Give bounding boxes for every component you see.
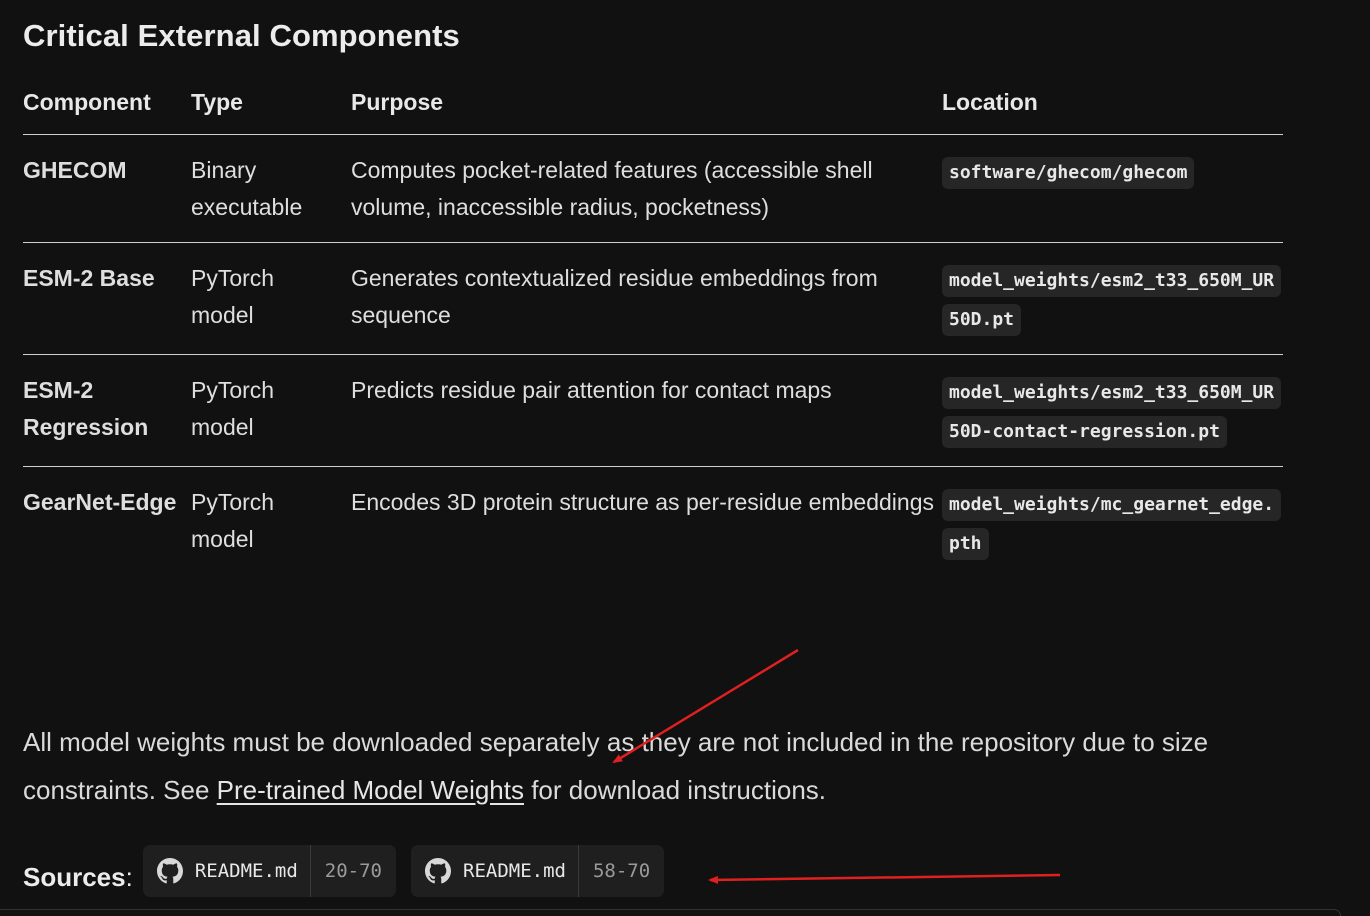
annotation-arrow-to-sources xyxy=(708,873,1061,884)
section-title: Critical External Components xyxy=(23,18,460,53)
sources-label-text: Sources xyxy=(23,861,126,892)
location-code: model_weights/mc_gearnet_edge.pth xyxy=(942,489,1282,560)
sources-label: Sources: xyxy=(23,862,133,893)
source-chip[interactable]: README.md 20-70 xyxy=(142,845,396,897)
cell-component: ESM-2 Regression xyxy=(23,354,191,467)
sources-bar: Sources: README.md 20-70 README.md 58-70 xyxy=(23,845,679,897)
cell-purpose: Encodes 3D protein structure as per-resi… xyxy=(351,489,934,515)
table-row: ESM-2 Regression PyTorch model Predicts … xyxy=(23,354,1283,467)
table-header-row: Component Type Purpose Location xyxy=(23,84,1283,135)
github-icon xyxy=(425,858,451,884)
location-code: model_weights/esm2_t33_650M_UR50D-contac… xyxy=(942,377,1282,448)
cell-location: model_weights/esm2_t33_650M_UR50D-contac… xyxy=(942,354,1283,467)
source-chip[interactable]: README.md 58-70 xyxy=(411,845,665,897)
header-location: Location xyxy=(942,84,1283,135)
source-chip-main[interactable]: README.md xyxy=(411,845,578,897)
cell-type: PyTorch model xyxy=(191,242,351,355)
cell-location: model_weights/mc_gearnet_edge.pth xyxy=(942,467,1283,579)
source-line-range: 20-70 xyxy=(309,845,396,897)
cell-type: PyTorch model xyxy=(191,354,351,467)
header-purpose: Purpose xyxy=(351,84,942,135)
components-table: Component Type Purpose Location GHECOM B… xyxy=(23,84,1283,578)
sources-label-colon: : xyxy=(125,861,133,892)
header-type: Type xyxy=(191,84,351,135)
source-chip-main[interactable]: README.md xyxy=(143,845,310,897)
source-line-range: 58-70 xyxy=(577,845,664,897)
cell-purpose: Generates contextualized residue embeddi… xyxy=(351,242,942,355)
table-row: GHECOM Binary executable Computes pocket… xyxy=(23,134,1283,243)
table-row: GearNet-Edge PyTorch model Encodes 3D pr… xyxy=(23,467,1283,579)
cell-component: GHECOM xyxy=(23,134,191,243)
cell-component: GearNet-Edge xyxy=(23,489,177,515)
cell-location: software/ghecom/ghecom xyxy=(942,134,1283,243)
weights-note: All model weights must be downloaded sep… xyxy=(23,718,1285,814)
table-row: ESM-2 Base PyTorch model Generates conte… xyxy=(23,242,1283,355)
cell-type: PyTorch model xyxy=(191,489,275,552)
github-icon xyxy=(156,858,183,884)
location-code: model_weights/esm2_t33_650M_UR50D.pt xyxy=(942,265,1282,336)
source-file-name: README.md xyxy=(463,860,566,882)
next-panel-edge xyxy=(0,909,1341,916)
cell-component: ESM-2 Base xyxy=(23,242,191,355)
cell-purpose: Predicts residue pair attention for cont… xyxy=(351,354,942,467)
location-code: software/ghecom/ghecom xyxy=(942,157,1195,189)
source-file-name: README.md xyxy=(194,860,298,882)
cell-type: Binary executable xyxy=(191,134,351,243)
cell-purpose: Computes pocket-related features (access… xyxy=(351,134,942,243)
header-component: Component xyxy=(23,84,191,135)
note-text-after: for download instructions. xyxy=(523,775,827,805)
pretrained-weights-link[interactable]: Pre-trained Model Weights xyxy=(217,775,524,805)
cell-location: model_weights/esm2_t33_650M_UR50D.pt xyxy=(942,242,1283,355)
